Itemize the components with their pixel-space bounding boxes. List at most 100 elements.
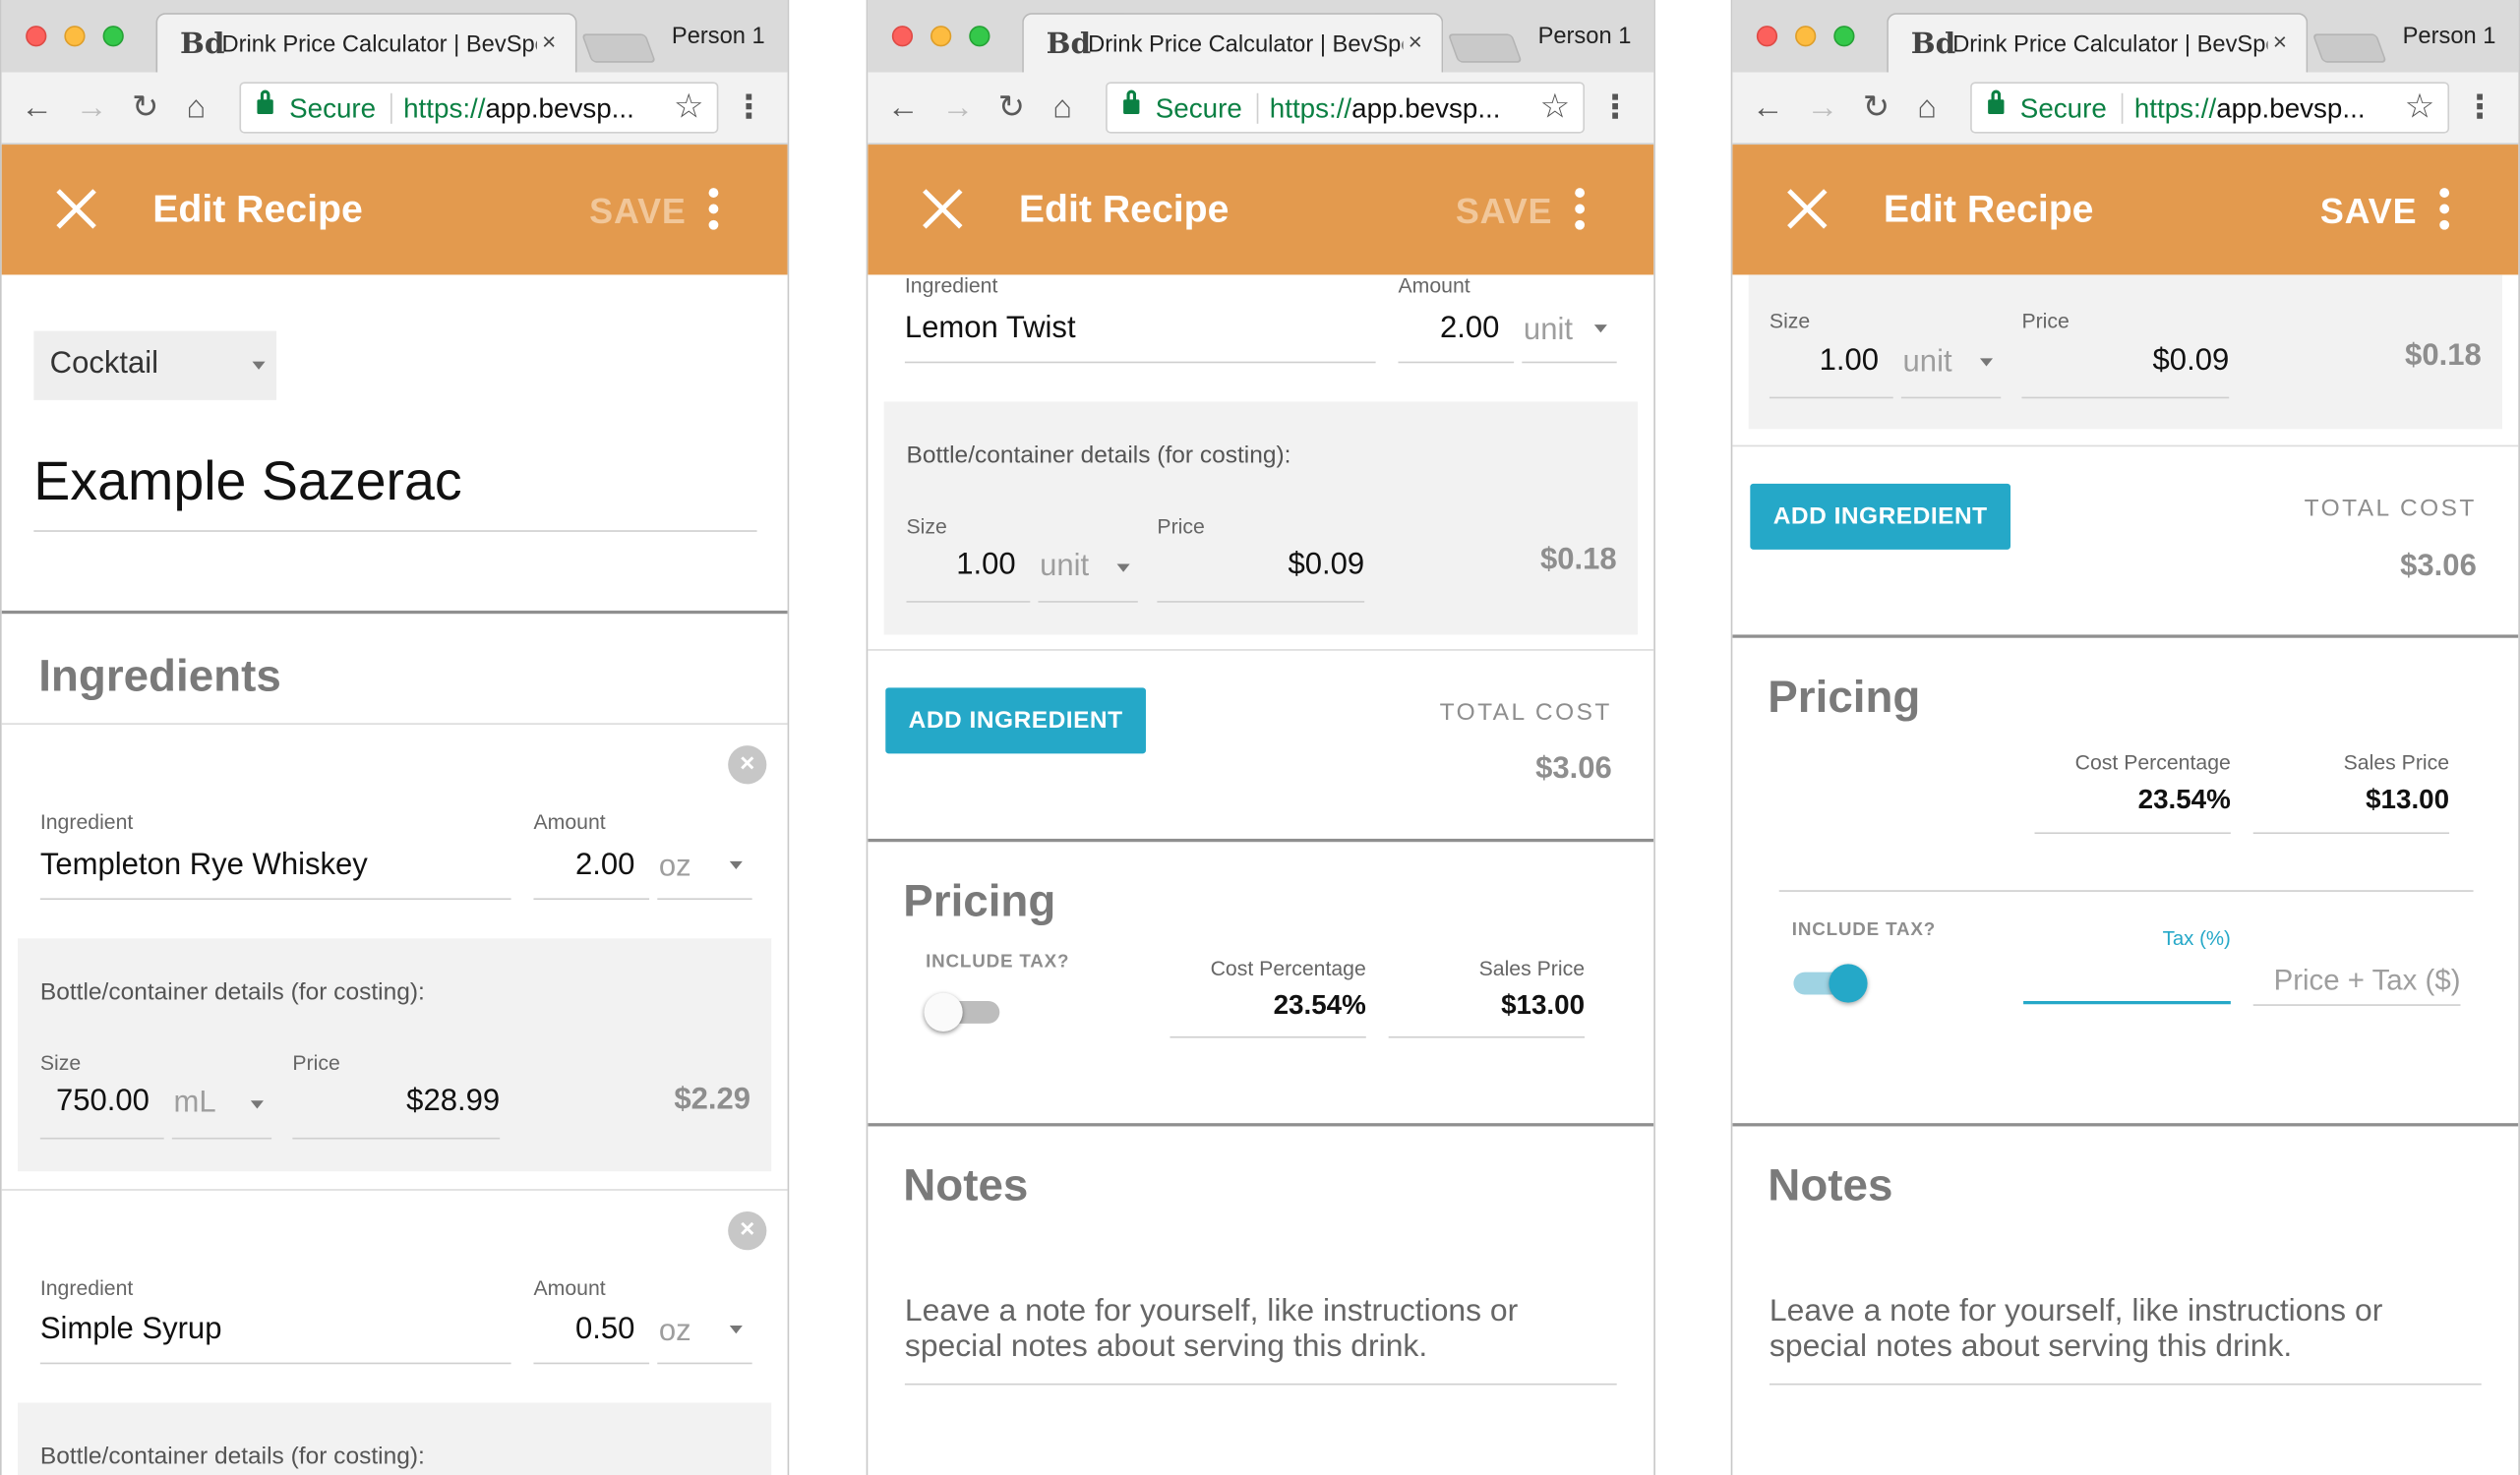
size-input[interactable]: 750.00 (40, 1085, 150, 1120)
sales-price-value[interactable]: $13.00 (1389, 990, 1585, 1023)
minimize-window-button[interactable] (930, 26, 952, 47)
menu-icon[interactable]: ⋮ (2464, 90, 2496, 126)
more-options-icon[interactable] (2439, 188, 2450, 230)
ingredient-name-input[interactable]: Simple Syrup (40, 1313, 222, 1348)
size-label: Size (906, 513, 947, 539)
tab-close-icon[interactable]: × (1409, 29, 1422, 57)
maximize-window-button[interactable] (1833, 26, 1855, 47)
minimize-window-button[interactable] (1795, 26, 1817, 47)
pricing-heading: Pricing (1768, 672, 1921, 722)
recipe-name-input[interactable]: Example Sazerac (33, 451, 461, 514)
remove-ingredient-icon[interactable]: × (728, 1211, 767, 1251)
address-bar[interactable]: Secure https://app.bevsp... ☆ (1106, 82, 1586, 134)
notes-input[interactable]: Leave a note for yourself, like instruct… (1770, 1293, 2461, 1364)
forward-arrow-icon[interactable]: → (941, 90, 974, 126)
reload-icon[interactable]: ↻ (1863, 90, 1890, 126)
forward-arrow-icon[interactable]: → (76, 90, 108, 126)
price-plus-tax-input[interactable]: Price + Tax ($) (2253, 964, 2461, 997)
maximize-window-button[interactable] (102, 26, 124, 47)
notes-input[interactable]: Leave a note for yourself, like instruct… (905, 1293, 1596, 1364)
sales-price-value[interactable]: $13.00 (2253, 784, 2449, 816)
bottle-details-title: Bottle/container details (for costing): (906, 442, 1291, 470)
remove-ingredient-icon[interactable]: × (728, 745, 767, 785)
close-window-button[interactable] (891, 26, 914, 47)
underline (906, 601, 1031, 603)
back-arrow-icon[interactable]: ← (21, 90, 53, 126)
save-button[interactable]: SAVE (589, 191, 686, 232)
size-unit-select[interactable]: unit (1903, 345, 1952, 381)
cost-percentage-value[interactable]: 23.54% (1170, 990, 1366, 1023)
new-tab-button[interactable] (2311, 33, 2387, 63)
address-bar[interactable]: Secure https://app.bevsp... ☆ (239, 82, 719, 134)
secure-label: Secure (289, 92, 377, 124)
profile-name[interactable]: Person 1 (2403, 25, 2496, 50)
close-window-button[interactable] (1756, 26, 1778, 47)
close-icon[interactable] (921, 188, 962, 229)
size-unit-select[interactable]: unit (1040, 550, 1089, 585)
home-icon[interactable]: ⌂ (1917, 90, 1937, 126)
cost-percentage-value[interactable]: 23.54% (2035, 784, 2231, 816)
maximize-window-button[interactable] (969, 26, 990, 47)
size-unit-select[interactable]: mL (173, 1087, 215, 1122)
price-input[interactable]: $0.09 (2021, 344, 2230, 380)
home-icon[interactable]: ⌂ (187, 90, 207, 126)
back-arrow-icon[interactable]: ← (1752, 90, 1784, 126)
browser-tab[interactable]: Bd Drink Price Calculator | BevSpot × (155, 13, 577, 73)
save-button[interactable]: SAVE (1456, 191, 1552, 232)
cost-percentage-label: Cost Percentage (1210, 956, 1366, 980)
minimize-window-button[interactable] (64, 26, 86, 47)
address-bar[interactable]: Secure https://app.bevsp... ☆ (1970, 82, 2450, 134)
tax-percent-input[interactable] (2023, 1000, 2231, 1005)
size-input[interactable]: 1.00 (1770, 344, 1879, 380)
close-icon[interactable] (1785, 188, 1827, 229)
reload-icon[interactable]: ↻ (998, 90, 1025, 126)
new-tab-button[interactable] (1447, 33, 1523, 63)
add-ingredient-button[interactable]: ADD INGREDIENT (885, 687, 1146, 754)
tax-percent-label: Tax (%) (2162, 926, 2231, 950)
profile-name[interactable]: Person 1 (1538, 25, 1632, 50)
profile-name[interactable]: Person 1 (672, 25, 765, 50)
menu-icon[interactable]: ⋮ (733, 90, 765, 126)
tab-close-icon[interactable]: × (2273, 29, 2287, 57)
home-icon[interactable]: ⌂ (1052, 90, 1072, 126)
new-tab-button[interactable] (581, 33, 657, 63)
underline (2252, 832, 2450, 835)
close-icon[interactable] (55, 188, 96, 229)
unit-select[interactable]: oz (659, 1315, 691, 1350)
category-select[interactable]: Cocktail (33, 330, 277, 400)
unit-select[interactable]: unit (1524, 314, 1573, 349)
divider (390, 92, 392, 124)
back-arrow-icon[interactable]: ← (887, 90, 920, 126)
tab-close-icon[interactable]: × (542, 29, 556, 57)
size-input[interactable]: 1.00 (907, 548, 1015, 583)
price-input[interactable]: $28.99 (292, 1085, 500, 1120)
price-input[interactable]: $0.09 (1157, 548, 1364, 583)
menu-icon[interactable]: ⋮ (1599, 90, 1632, 126)
underline (904, 361, 1376, 364)
browser-tab[interactable]: Bd Drink Price Calculator | BevSpot × (1022, 13, 1444, 73)
include-tax-toggle[interactable] (1793, 964, 1868, 1003)
size-label: Size (1769, 308, 1811, 333)
more-options-icon[interactable] (708, 188, 719, 230)
amount-input[interactable]: 2.00 (1398, 312, 1499, 347)
save-button[interactable]: SAVE (2320, 191, 2417, 232)
browser-tab[interactable]: Bd Drink Price Calculator | BevSpot × (1887, 13, 2309, 73)
section-divider (868, 1123, 1654, 1127)
include-tax-toggle[interactable] (924, 992, 1000, 1032)
browser-window-1: Bd Drink Price Calculator | BevSpot × Pe… (0, 0, 790, 1475)
star-icon[interactable]: ☆ (2405, 89, 2435, 126)
more-options-icon[interactable] (1575, 188, 1586, 230)
reload-icon[interactable]: ↻ (132, 90, 158, 126)
amount-input[interactable]: 0.50 (533, 1313, 634, 1348)
amount-input[interactable]: 2.00 (533, 849, 634, 884)
url-text: https://app.bevsp... (403, 92, 634, 124)
star-icon[interactable]: ☆ (674, 89, 704, 126)
star-icon[interactable]: ☆ (1540, 89, 1571, 126)
ingredient-name-input[interactable]: Templeton Rye Whiskey (40, 849, 368, 884)
close-window-button[interactable] (26, 26, 47, 47)
pricing-heading: Pricing (903, 875, 1056, 926)
unit-select[interactable]: oz (659, 850, 691, 885)
ingredient-name-input[interactable]: Lemon Twist (905, 312, 1076, 347)
add-ingredient-button[interactable]: ADD INGREDIENT (1750, 483, 2011, 550)
forward-arrow-icon[interactable]: → (1807, 90, 1839, 126)
